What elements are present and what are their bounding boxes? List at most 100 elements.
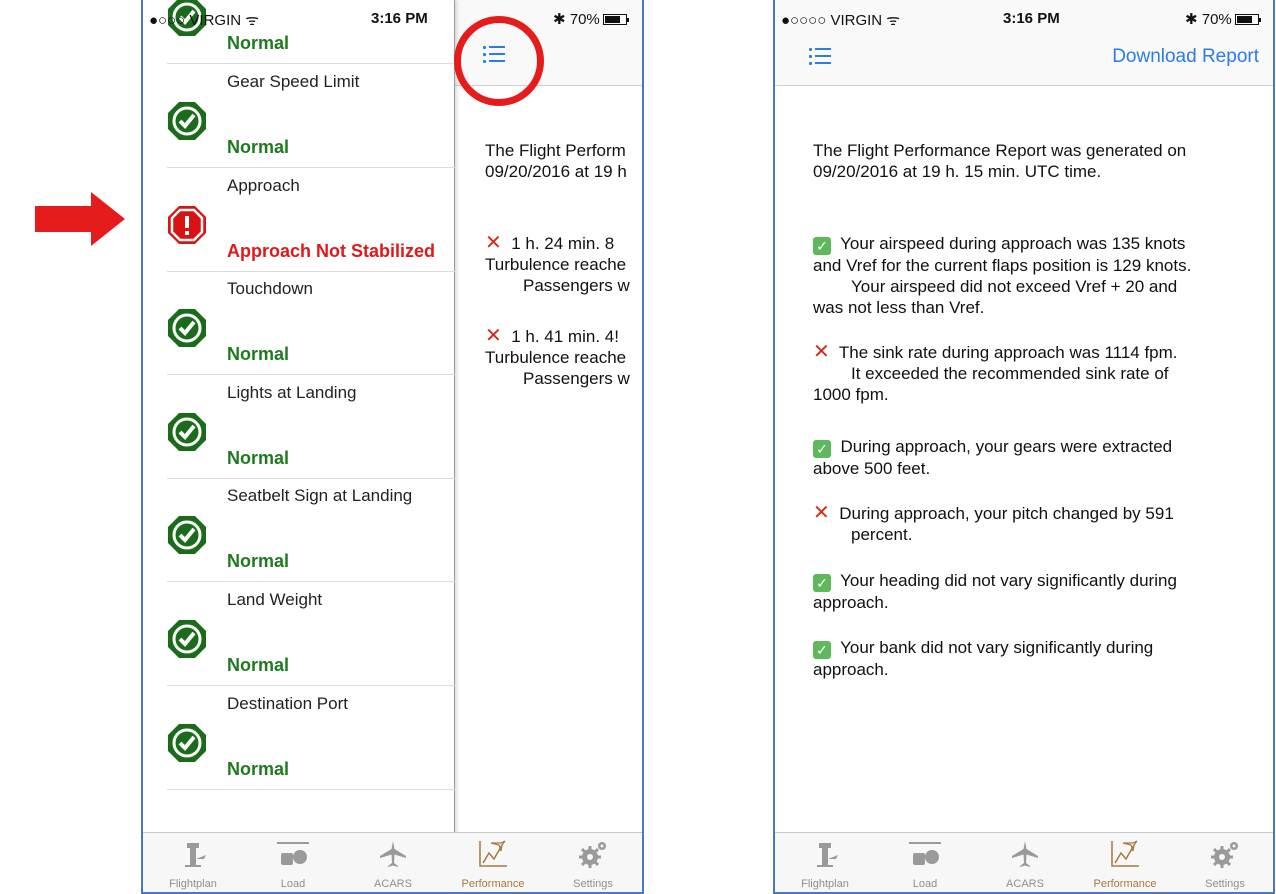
right-phone-screen: ●○○○○ VIRGIN ᯤ 3:16 PM ✱ 70% Download Re… bbox=[773, 0, 1275, 894]
report-item-line: The sink rate during approach was 1114 f… bbox=[838, 343, 1178, 362]
clock: 3:16 PM bbox=[1003, 10, 1060, 27]
menu-list-icon[interactable] bbox=[809, 48, 831, 66]
tab-flightplan[interactable]: Flightplan bbox=[775, 833, 875, 892]
tab-label: Flightplan bbox=[801, 878, 849, 890]
battery-icon bbox=[1234, 14, 1261, 25]
tab-bar: Flightplan Load ACARS Performance Settings bbox=[143, 832, 642, 892]
check-octagon-icon bbox=[168, 723, 206, 762]
report-item-line: Your airspeed during approach was 135 kn… bbox=[840, 234, 1186, 253]
event-text: Turbulence reache bbox=[485, 255, 627, 274]
battery-indicator: ✱ 70% bbox=[1185, 10, 1261, 28]
carrier-label: ●○○○ VIRGIN ᯤ bbox=[149, 12, 259, 29]
battery-label: ✱ 70% bbox=[1185, 11, 1232, 28]
performance-chart-icon bbox=[1075, 839, 1175, 871]
gear-icon bbox=[543, 839, 642, 871]
check-mark-icon: ✓ bbox=[813, 237, 831, 255]
performance-chart-icon bbox=[443, 839, 543, 871]
check-mark-icon: ✓ bbox=[813, 574, 831, 592]
tab-acars[interactable]: ACARS bbox=[975, 833, 1075, 892]
drawer-item-land-weight[interactable]: Land Weight Normal bbox=[167, 582, 455, 686]
drawer-item-title: Approach bbox=[227, 175, 300, 195]
drawer-item-gear-speed-limit[interactable]: Gear Speed Limit Normal bbox=[167, 64, 455, 168]
drawer-item-lights-at-landing[interactable]: Lights at Landing Normal bbox=[167, 375, 455, 479]
report-item-line: above 500 feet. bbox=[813, 459, 931, 478]
report-item: ✓ During approach, your gears were extra… bbox=[813, 436, 1263, 479]
report-item-line: During approach, your pitch changed by 5… bbox=[839, 504, 1174, 523]
drawer-item-title: Destination Port bbox=[227, 693, 348, 713]
luggage-icon bbox=[243, 839, 343, 871]
check-octagon-icon bbox=[168, 309, 206, 348]
tab-load[interactable]: Load bbox=[243, 833, 343, 892]
drawer-item-seatbelt-sign-at-landing[interactable]: Seatbelt Sign at Landing Normal bbox=[167, 478, 455, 583]
tab-load[interactable]: Load bbox=[875, 833, 975, 892]
report-item: ✓ Your bank did not vary significantly d… bbox=[813, 637, 1263, 680]
drawer-item-status: Approach Not Stabilized bbox=[227, 240, 436, 261]
download-report-button[interactable]: Download Report bbox=[1112, 46, 1259, 68]
clock: 3:16 PM bbox=[371, 10, 428, 27]
report-item-line: It exceeded the recommended sink rate of bbox=[851, 364, 1169, 383]
tab-label: Load bbox=[912, 878, 938, 890]
tower-icon bbox=[775, 839, 875, 871]
report-item-line: Your bank did not vary significantly dur… bbox=[840, 638, 1154, 657]
report-item-line: percent. bbox=[851, 525, 913, 544]
drawer-item-status: Normal bbox=[227, 551, 290, 572]
drawer-item-touchdown[interactable]: Touchdown Normal bbox=[167, 271, 455, 376]
drawer-item-status: Normal bbox=[227, 758, 290, 779]
report-item: ✕ The sink rate during approach was 1114… bbox=[813, 342, 1263, 405]
check-mark-icon: ✓ bbox=[813, 440, 831, 458]
report-item: ✕ During approach, your pitch changed by… bbox=[813, 503, 1263, 545]
airplane-icon bbox=[975, 839, 1075, 871]
drawer-item-status: Normal bbox=[227, 137, 290, 157]
performance-drawer: Normal Gear Speed Limit Normal Approach App… bbox=[143, 0, 455, 834]
tab-flightplan[interactable]: Flightplan bbox=[143, 833, 243, 892]
report-content-covered: The Flight Perform 09/20/2016 at 19 h ✕ … bbox=[455, 0, 642, 834]
check-octagon-icon bbox=[168, 516, 206, 555]
drawer-item-status: Normal bbox=[227, 344, 290, 365]
report-intro: The Flight Perform 09/20/2016 at 19 h bbox=[485, 140, 627, 182]
drawer-item-destination-port[interactable]: Destination Port Normal bbox=[167, 686, 455, 790]
luggage-icon bbox=[875, 839, 975, 871]
event-time: 1 h. 24 min. 8 bbox=[511, 234, 615, 253]
tab-label: Performance bbox=[461, 878, 525, 890]
status-bar: ●○○○ VIRGIN ᯤ 3:16 PM ✱ 70% bbox=[143, 0, 642, 40]
airplane-icon bbox=[343, 839, 443, 871]
tab-bar: Flightplan Load ACARS Performance Settings bbox=[775, 832, 1273, 892]
report-item-line: approach. bbox=[813, 660, 889, 679]
tab-label: Performance bbox=[1093, 878, 1157, 890]
tab-performance[interactable]: Performance bbox=[1075, 833, 1175, 892]
event-text: Turbulence reache bbox=[485, 348, 627, 367]
report-item-line: 1000 fpm. bbox=[813, 385, 889, 404]
tab-label: Load bbox=[280, 878, 306, 890]
gear-icon bbox=[1175, 839, 1273, 871]
battery-indicator: ✱ 70% bbox=[553, 10, 629, 28]
x-mark-icon: ✕ bbox=[485, 325, 502, 347]
x-mark-icon: ✕ bbox=[813, 341, 830, 363]
check-octagon-icon bbox=[168, 412, 206, 451]
tab-settings[interactable]: Settings bbox=[1175, 833, 1273, 892]
red-circle-annotation bbox=[454, 16, 544, 106]
drawer-item-approach[interactable]: Approach Approach Not Stabilized bbox=[167, 168, 455, 272]
status-bar-overlay: ●○○○○ VIRGIN ᯤ 3:16 PM ✱ 70% bbox=[775, 0, 1273, 40]
report-item-line: Your heading did not vary significantly … bbox=[840, 571, 1177, 590]
drawer-item-status: Normal bbox=[227, 655, 290, 675]
x-mark-icon: ✕ bbox=[813, 502, 830, 524]
report-item-line: Your airspeed did not exceed Vref + 20 a… bbox=[851, 277, 1178, 296]
drawer-item-title: Lights at Landing bbox=[227, 382, 357, 402]
drawer-item-title: Seatbelt Sign at Landing bbox=[227, 486, 413, 506]
tab-label: Flightplan bbox=[169, 878, 217, 890]
report-item: ✓ Your heading did not vary significantl… bbox=[813, 570, 1263, 613]
carrier-label: ●○○○○ VIRGIN ᯤ bbox=[781, 12, 901, 29]
tab-settings[interactable]: Settings bbox=[543, 833, 642, 892]
report-intro-line: 09/20/2016 at 19 h bbox=[485, 162, 627, 181]
tab-performance[interactable]: Performance bbox=[443, 833, 543, 892]
drawer-item-title: Gear Speed Limit bbox=[227, 72, 360, 91]
report-item-line: was not less than Vref. bbox=[813, 298, 985, 317]
tab-acars[interactable]: ACARS bbox=[343, 833, 443, 892]
tab-label: ACARS bbox=[1006, 878, 1044, 890]
check-octagon-icon bbox=[168, 102, 206, 140]
left-phone-screen: ●○○○ VIRGIN ᯤ 3:16 PM ✱ 70% Normal Gear … bbox=[141, 0, 644, 894]
x-mark-icon: ✕ bbox=[485, 232, 502, 254]
event-item: ✕ 1 h. 24 min. 8 Turbulence reache Passe… bbox=[485, 233, 630, 296]
report-item-line: During approach, your gears were extract… bbox=[840, 437, 1173, 456]
battery-label: ✱ 70% bbox=[553, 11, 600, 28]
